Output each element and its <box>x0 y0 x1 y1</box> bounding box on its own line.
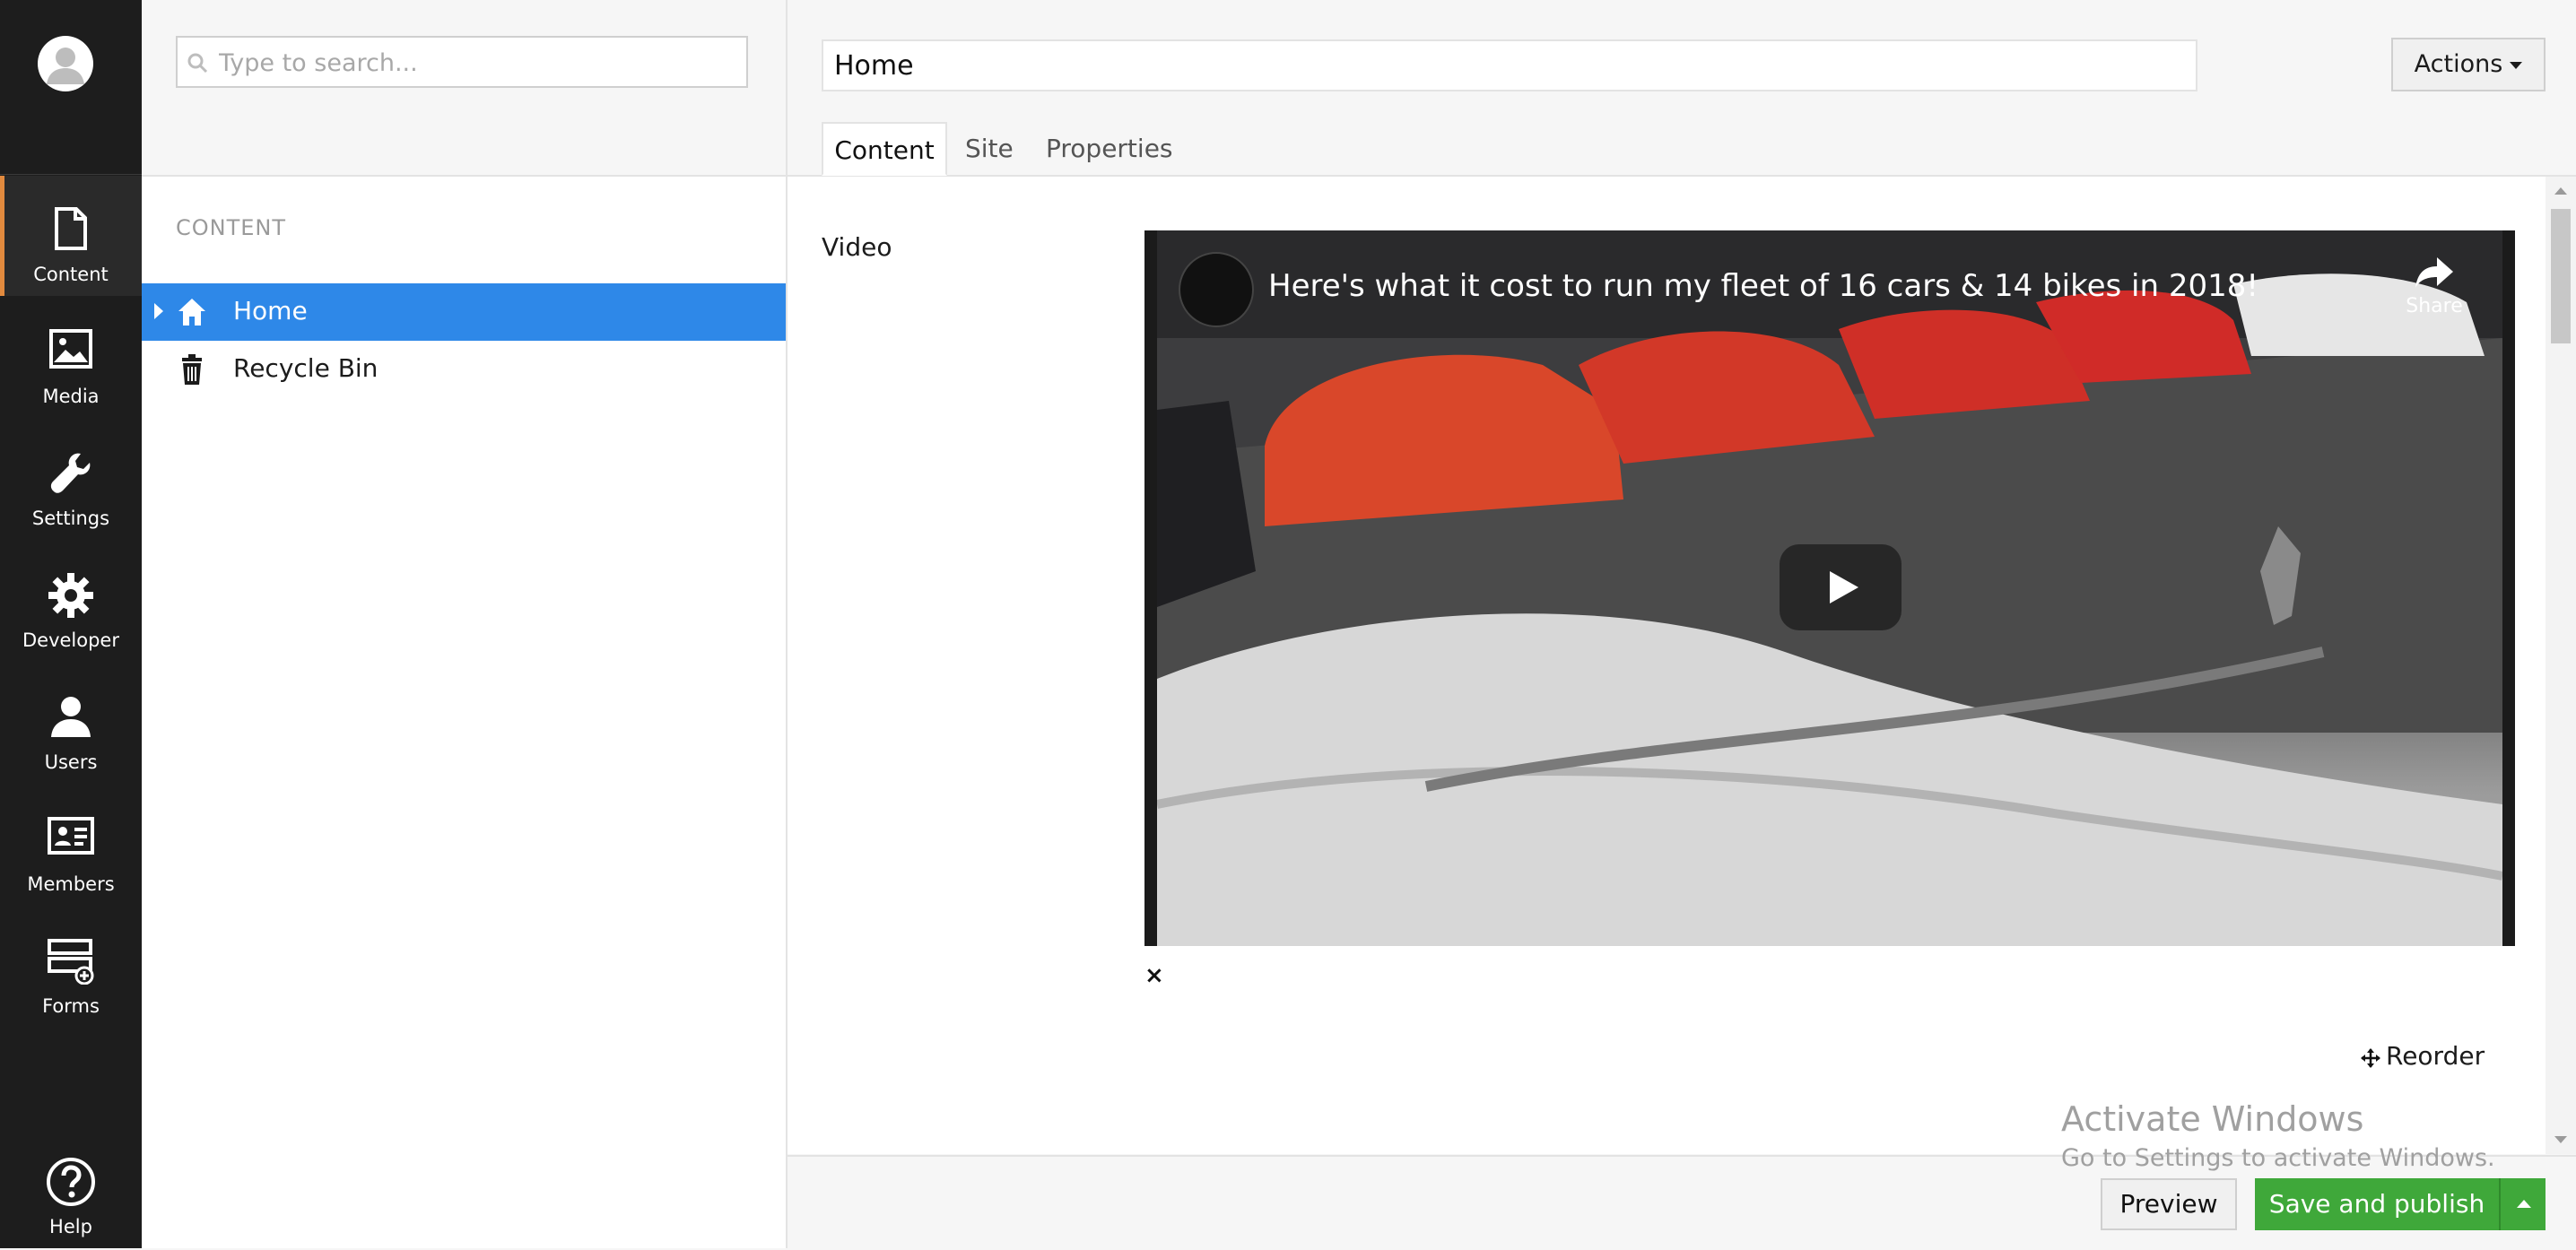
nav-item-members[interactable]: Members <box>0 786 142 906</box>
video-thumbnail: Here's what it cost to run my fleet of 1… <box>1157 230 2502 946</box>
scrollbar-thumb[interactable] <box>2551 209 2571 343</box>
share-label: Share <box>2406 295 2463 317</box>
share-icon <box>2415 257 2453 288</box>
video-play-button[interactable] <box>1780 544 1902 630</box>
video-share-button[interactable]: Share <box>2398 256 2470 317</box>
nav-item-developer[interactable]: Developer <box>0 542 142 662</box>
nav-item-users[interactable]: Users <box>0 664 142 784</box>
expand-caret-icon[interactable] <box>154 303 163 319</box>
nav-item-settings[interactable]: Settings <box>0 420 142 540</box>
rail-divider <box>0 174 142 175</box>
move-icon <box>2361 1048 2380 1068</box>
scroll-down-arrow-icon[interactable] <box>2554 1136 2567 1143</box>
content-tree-panel: CONTENT Home Recycle Bin <box>142 0 788 1248</box>
user-avatar[interactable] <box>38 36 93 91</box>
content-editor: Actions Content Site Properties Video <box>788 0 2576 1250</box>
tree-search-box[interactable] <box>176 36 748 88</box>
help-icon <box>47 1158 95 1206</box>
tab-site[interactable]: Site <box>965 122 1014 176</box>
tab-properties[interactable]: Properties <box>1046 122 1173 176</box>
windows-activation-watermark: Activate Windows Go to Settings to activ… <box>2061 1099 2495 1172</box>
nav-item-label: Members <box>27 873 115 895</box>
id-card-icon <box>48 817 94 855</box>
nav-item-label: Media <box>42 386 100 407</box>
nav-item-media[interactable]: Media <box>0 298 142 418</box>
forms-icon <box>48 939 94 985</box>
section-nav-rail: Content Media Settings Developer Users M… <box>0 0 142 1248</box>
editor-body: Video Here's what it cost to run my flee… <box>788 177 2546 1154</box>
video-embed[interactable]: Here's what it cost to run my fleet of 1… <box>1144 230 2515 946</box>
reorder-label: Reorder <box>2386 1041 2485 1071</box>
trash-icon <box>182 354 202 385</box>
wrench-icon <box>50 453 91 493</box>
tree-node-recycle-bin[interactable]: Recycle Bin <box>142 341 786 398</box>
document-icon <box>55 207 87 250</box>
actions-button[interactable]: Actions <box>2391 38 2546 91</box>
nav-item-forms[interactable]: Forms <box>0 907 142 1028</box>
caret-down-icon <box>2510 61 2523 69</box>
image-icon <box>49 329 92 369</box>
actions-label: Actions <box>2414 50 2503 78</box>
watermark-subtitle: Go to Settings to activate Windows. <box>2061 1144 2495 1172</box>
search-icon <box>187 53 208 74</box>
watermark-title: Activate Windows <box>2061 1099 2364 1139</box>
channel-logo[interactable] <box>1179 252 1254 327</box>
editor-scrollbar[interactable] <box>2546 177 2576 1154</box>
user-icon <box>51 697 91 737</box>
node-name-input[interactable] <box>823 41 2196 90</box>
nav-item-label: Developer <box>22 629 119 651</box>
property-label: Video <box>822 232 892 262</box>
nav-item-label: Content <box>33 264 109 285</box>
gear-icon <box>48 573 93 618</box>
save-and-publish-button[interactable]: Save and publish <box>2255 1178 2499 1230</box>
tree-search-input[interactable] <box>217 43 741 82</box>
reorder-button[interactable]: Reorder <box>2361 1041 2485 1071</box>
editor-header: Actions Content Site Properties <box>788 0 2576 177</box>
remove-video-button[interactable]: × <box>1144 962 1164 989</box>
nav-item-label: Help <box>49 1216 92 1237</box>
node-name-field[interactable] <box>822 39 2197 91</box>
tree-header <box>142 0 786 177</box>
publish-options-caret-icon[interactable] <box>2499 1178 2546 1230</box>
tree-node-home[interactable]: Home <box>142 283 786 341</box>
home-icon <box>178 299 205 326</box>
nav-item-label: Settings <box>31 508 110 529</box>
avatar-icon <box>47 48 84 84</box>
video-title[interactable]: Here's what it cost to run my fleet of 1… <box>1268 268 2258 304</box>
tree-node-label: Home <box>233 296 308 326</box>
nav-item-content[interactable]: Content <box>0 176 142 296</box>
scroll-up-arrow-icon[interactable] <box>2554 187 2567 195</box>
preview-button[interactable]: Preview <box>2101 1178 2237 1230</box>
tree-node-label: Recycle Bin <box>233 353 379 383</box>
tab-content[interactable]: Content <box>822 122 947 176</box>
nav-item-label: Users <box>44 751 98 773</box>
nav-item-label: Forms <box>42 995 100 1017</box>
tree-section-title: CONTENT <box>176 215 287 240</box>
nav-item-help[interactable]: Help <box>0 1128 142 1248</box>
